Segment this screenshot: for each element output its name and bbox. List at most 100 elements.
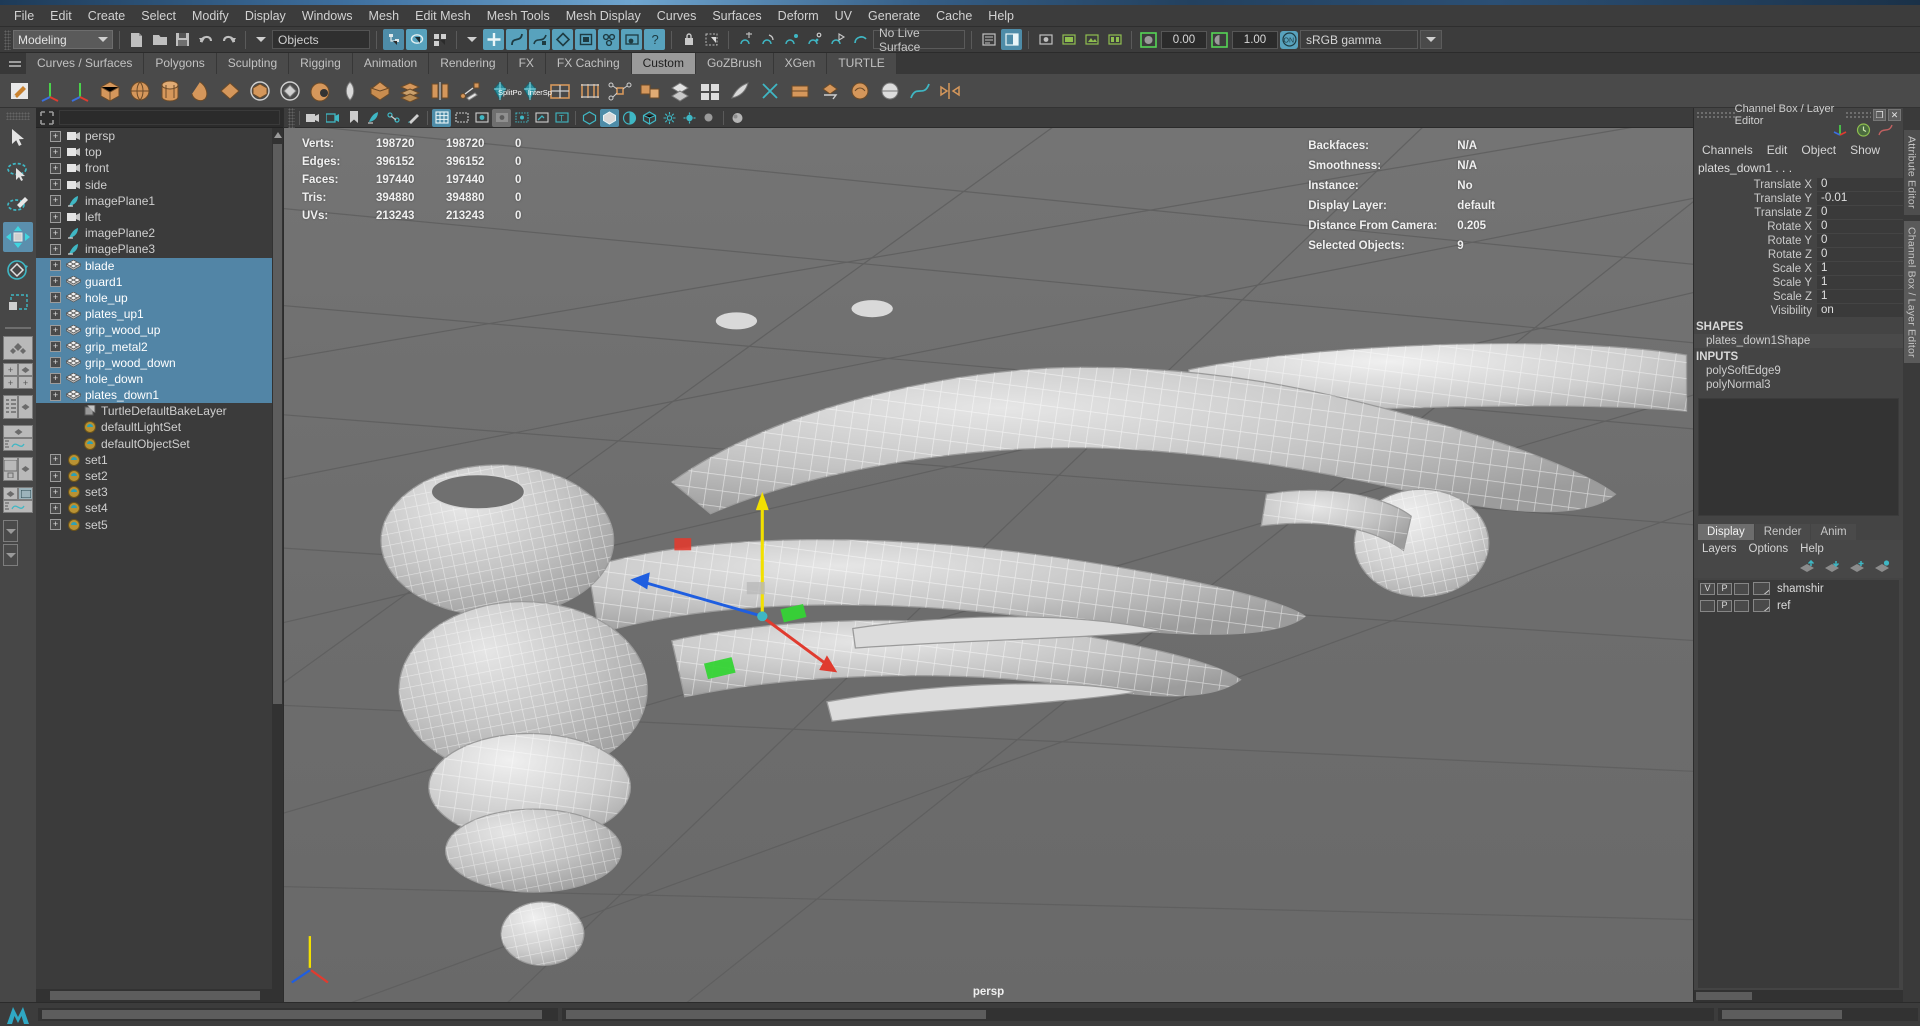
rotate-tool[interactable] bbox=[3, 255, 33, 285]
shelf-crystal-icon[interactable] bbox=[486, 77, 513, 104]
bottom-scroll-left[interactable] bbox=[38, 1008, 558, 1021]
channel-box-menu-edit[interactable]: Edit bbox=[1767, 143, 1788, 157]
outliner-expand-toggle[interactable]: + bbox=[50, 519, 61, 531]
outliner-item-guard1[interactable]: + guard1 bbox=[36, 273, 283, 290]
shelf-tab-sculpting[interactable]: Sculpting bbox=[216, 53, 290, 74]
shelf-poly-helix-icon[interactable] bbox=[336, 77, 363, 104]
layer-playback-toggle[interactable]: P bbox=[1717, 582, 1732, 595]
viewport-hardware-texturing-icon[interactable] bbox=[660, 109, 679, 127]
outliner-item-side[interactable]: + side bbox=[36, 177, 283, 193]
channel-value[interactable]: 1 bbox=[1817, 262, 1903, 275]
channel-row-rotate-x[interactable]: Rotate X 0 bbox=[1694, 220, 1903, 233]
gamma-icon[interactable] bbox=[1209, 29, 1230, 50]
menu-item-edit[interactable]: Edit bbox=[42, 7, 80, 25]
outliner-expand-toggle[interactable]: + bbox=[50, 227, 61, 239]
viewport-texture-toggle[interactable]: T bbox=[552, 109, 571, 127]
shelf-tab-animation[interactable]: Animation bbox=[352, 53, 430, 74]
select-tool[interactable] bbox=[3, 123, 33, 153]
mask-curves-button[interactable] bbox=[506, 29, 527, 50]
outliner-expand-toggle[interactable]: + bbox=[50, 130, 61, 142]
menu-item-edit-mesh[interactable]: Edit Mesh bbox=[407, 7, 479, 25]
layer-row-ref[interactable]: Pref bbox=[1698, 597, 1899, 614]
shelf-poly-cylinder-icon[interactable] bbox=[156, 77, 183, 104]
color-profile-chevron-icon[interactable] bbox=[1420, 30, 1442, 49]
layer-type-toggle[interactable] bbox=[1734, 599, 1749, 612]
menu-item-uv[interactable]: UV bbox=[827, 7, 860, 25]
channel-row-translate-y[interactable]: Translate Y -0.01 bbox=[1694, 192, 1903, 205]
menu-item-help[interactable]: Help bbox=[980, 7, 1022, 25]
outliner-expand-toggle[interactable]: + bbox=[50, 454, 61, 466]
quick-layout-single[interactable] bbox=[3, 336, 33, 360]
move-layer-down-button[interactable] bbox=[1824, 560, 1841, 575]
menu-item-file[interactable]: File bbox=[6, 7, 42, 25]
viewport-bookmark-icon[interactable] bbox=[344, 109, 363, 127]
panel-close-button[interactable]: ✕ bbox=[1888, 109, 1901, 121]
menuset-selector[interactable]: Modeling bbox=[13, 30, 113, 49]
menu-item-windows[interactable]: Windows bbox=[294, 7, 361, 25]
tab-channel-box-layer-editor[interactable]: Channel Box / Layer Editor bbox=[1903, 220, 1920, 364]
outliner-expand-toggle[interactable]: + bbox=[50, 308, 61, 320]
new-layer-button[interactable] bbox=[1849, 560, 1866, 575]
shelf-poly-torus-icon[interactable] bbox=[246, 77, 273, 104]
layer-visibility-toggle[interactable]: V bbox=[1700, 582, 1715, 595]
channel-row-rotate-z[interactable]: Rotate Z 0 bbox=[1694, 248, 1903, 261]
shelf-poly-pyramid-icon[interactable] bbox=[366, 77, 393, 104]
shelf-editor-icon[interactable] bbox=[6, 77, 33, 104]
channel-box-input-item[interactable]: polyNormal3 bbox=[1694, 378, 1903, 392]
snap-projected-center-button[interactable] bbox=[804, 29, 825, 50]
outliner-expand-toggle[interactable]: + bbox=[50, 389, 61, 401]
mask-help-button[interactable]: ? bbox=[644, 29, 665, 50]
outliner-expand-toggle[interactable]: + bbox=[50, 260, 61, 272]
menu-item-cache[interactable]: Cache bbox=[928, 7, 980, 25]
layer-tab-display[interactable]: Display bbox=[1698, 524, 1754, 540]
shelf-bake-icon[interactable] bbox=[786, 77, 813, 104]
outliner-item-grip-wood-down[interactable]: + grip_wood_down bbox=[36, 354, 283, 371]
mask-surfaces-button[interactable] bbox=[529, 29, 550, 50]
snap-curve-button[interactable] bbox=[758, 29, 779, 50]
menu-item-create[interactable]: Create bbox=[80, 7, 134, 25]
selection-mask-field[interactable]: Objects bbox=[272, 30, 370, 49]
render-settings-button[interactable] bbox=[1081, 29, 1102, 50]
outliner-item-left[interactable]: + left bbox=[36, 209, 283, 225]
shelf-poly-cone-icon[interactable] bbox=[186, 77, 213, 104]
outliner-item-grip-wood-up[interactable]: + grip_wood_up bbox=[36, 322, 283, 339]
shelf-uv-cut-icon[interactable] bbox=[756, 77, 783, 104]
layer-tab-anim[interactable]: Anim bbox=[1811, 524, 1856, 540]
channel-row-translate-z[interactable]: Translate Z 0 bbox=[1694, 206, 1903, 219]
viewport-smooth-shading-icon[interactable] bbox=[600, 108, 619, 127]
outliner-item-top[interactable]: + top bbox=[36, 144, 283, 160]
outliner-expand-toggle[interactable]: + bbox=[50, 357, 61, 369]
tab-attribute-editor[interactable]: Attribute Editor bbox=[1903, 130, 1920, 215]
redo-button[interactable] bbox=[218, 29, 239, 50]
shelf-poly-pipe-icon[interactable] bbox=[306, 77, 333, 104]
shelf-poly-cube-icon[interactable] bbox=[96, 77, 123, 104]
shelf-tab-fx-caching[interactable]: FX Caching bbox=[545, 53, 632, 74]
undo-button[interactable] bbox=[195, 29, 216, 50]
outliner-expand-toggle[interactable]: + bbox=[50, 243, 61, 255]
channel-value[interactable]: on bbox=[1817, 304, 1903, 317]
channel-row-scale-z[interactable]: Scale Z 1 bbox=[1694, 290, 1903, 303]
outliner-search-input[interactable] bbox=[59, 110, 280, 125]
outliner-item-turtledefaultbakelayer[interactable]: TurtleDefaultBakeLayer bbox=[36, 403, 283, 419]
open-scene-button[interactable] bbox=[149, 29, 170, 50]
move-layer-up-button[interactable] bbox=[1799, 559, 1816, 575]
bottom-scroll-center[interactable] bbox=[562, 1008, 1714, 1021]
outliner-expand-toggle[interactable]: + bbox=[50, 373, 61, 385]
viewport-xray-toggle[interactable] bbox=[512, 109, 531, 127]
manipulator-icon[interactable] bbox=[1832, 123, 1849, 140]
outliner-item-plates-down1[interactable]: + plates_down1 bbox=[36, 387, 283, 404]
shelf-poly-plane-icon[interactable] bbox=[216, 77, 243, 104]
outliner-item-blade[interactable]: + blade bbox=[36, 257, 283, 274]
layer-color-swatch[interactable] bbox=[1753, 599, 1770, 612]
viewport-3d-canvas[interactable]: Verts: 198720 198720 0 Edges: 396152 396152 0 Fa… bbox=[284, 128, 1693, 1002]
quick-layout-persp-graph[interactable] bbox=[3, 425, 33, 451]
shelf-tab-fx[interactable]: FX bbox=[507, 53, 546, 74]
shelf-four-panel-icon[interactable] bbox=[696, 77, 723, 104]
channel-value[interactable]: 1 bbox=[1817, 290, 1903, 303]
channel-value[interactable]: 0 bbox=[1817, 206, 1903, 219]
outliner-expand-toggle[interactable]: + bbox=[50, 162, 61, 174]
shelf-tab-gozbrush[interactable]: GoZBrush bbox=[695, 53, 774, 74]
live-surface-field[interactable]: No Live Surface bbox=[873, 26, 965, 54]
shelf-poly-sphere-icon[interactable] bbox=[126, 77, 153, 104]
shelf-grid-layout-icon[interactable] bbox=[546, 77, 573, 104]
